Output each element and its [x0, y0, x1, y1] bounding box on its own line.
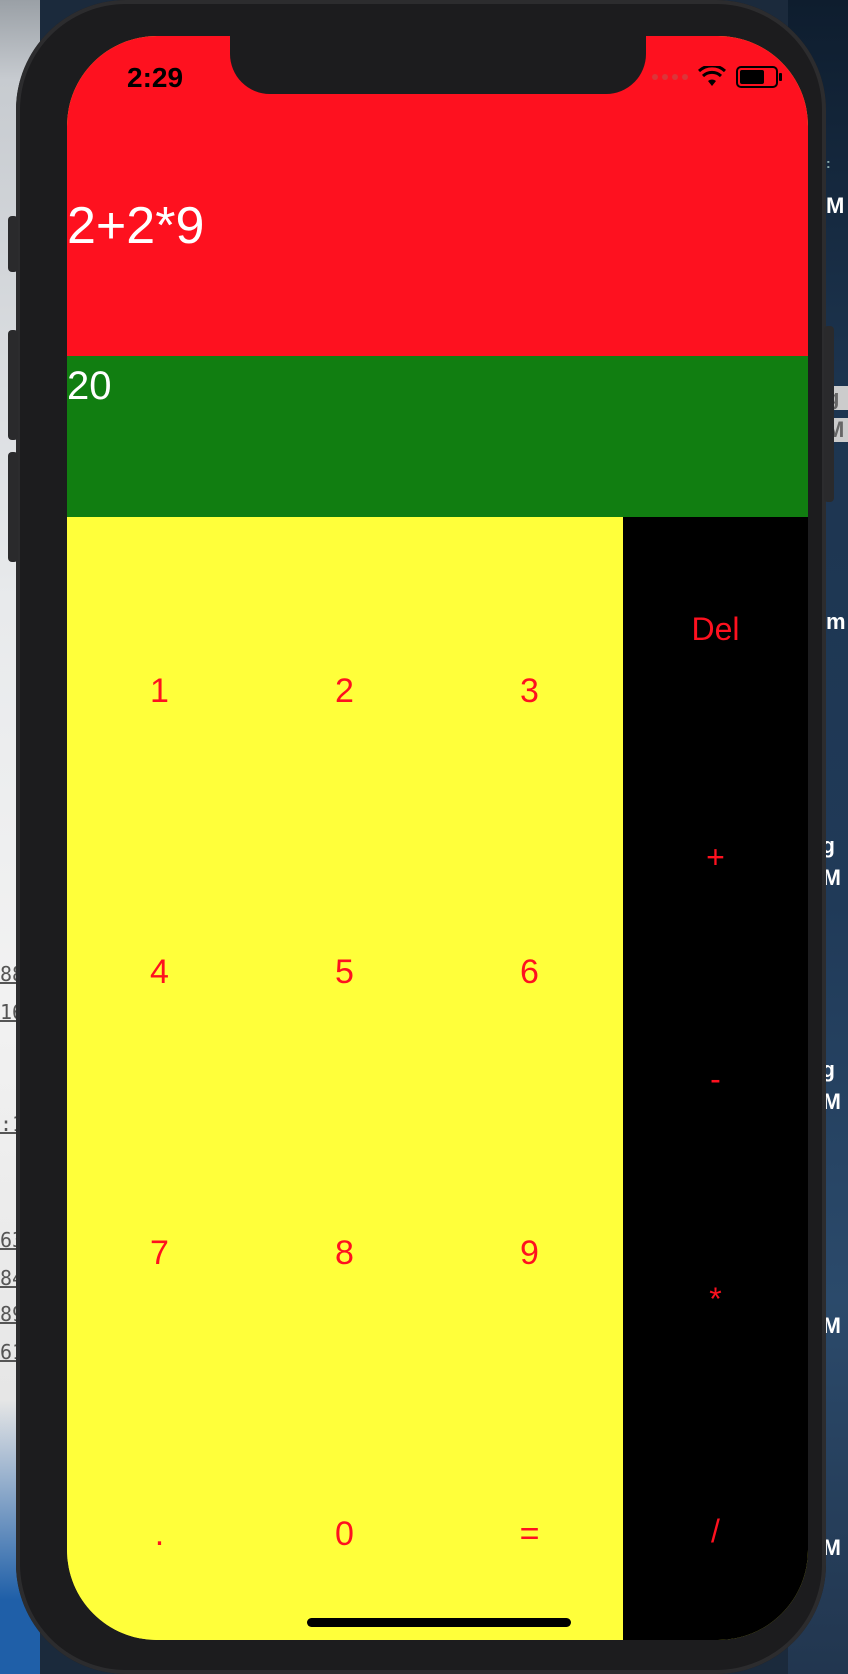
power-button	[824, 326, 834, 502]
key-decimal[interactable]: .	[67, 1515, 252, 1554]
background-text: M	[826, 194, 845, 218]
volume-down-button	[8, 452, 18, 562]
background-text: 61	[0, 1340, 16, 1364]
delete-button[interactable]: Del	[623, 611, 808, 648]
background-text: 16	[0, 1000, 16, 1024]
key-8[interactable]: 8	[252, 1234, 437, 1273]
home-indicator[interactable]	[307, 1618, 571, 1627]
key-9[interactable]: 9	[437, 1234, 622, 1273]
status-icons	[652, 66, 782, 88]
number-keypad: 1 2 3 4 5 6 7 8 9 . 0 =	[67, 517, 623, 1640]
key-7[interactable]: 7	[67, 1234, 252, 1273]
wifi-icon	[698, 66, 726, 86]
background-text: 84	[0, 1266, 16, 1290]
key-5[interactable]: 5	[252, 953, 437, 992]
mute-switch	[8, 216, 18, 272]
key-3[interactable]: 3	[437, 672, 622, 711]
volume-up-button	[8, 330, 18, 440]
battery-icon	[736, 66, 782, 88]
background-text: :	[826, 156, 831, 171]
key-2[interactable]: 2	[252, 672, 437, 711]
result-display: 20	[67, 356, 808, 517]
minus-button[interactable]: -	[623, 1061, 808, 1098]
phone-frame: 2:29 2+2*9 20 1 2 3 4 5 6 7 8 9 . 0 = De…	[8, 0, 834, 1674]
background-text: 89	[0, 1302, 16, 1326]
key-equals[interactable]: =	[437, 1515, 622, 1554]
screen: 2:29 2+2*9 20 1 2 3 4 5 6 7 8 9 . 0 = De…	[67, 36, 808, 1640]
result-text: 20	[67, 364, 112, 408]
key-4[interactable]: 4	[67, 953, 252, 992]
background-text: 63	[0, 1228, 16, 1252]
key-1[interactable]: 1	[67, 672, 252, 711]
expression-text: 2+2*9	[67, 197, 205, 255]
key-0[interactable]: 0	[252, 1515, 437, 1554]
multiply-button[interactable]: *	[623, 1281, 808, 1318]
notch	[230, 36, 646, 94]
signal-icon	[652, 74, 688, 80]
background-text: :1	[0, 1112, 16, 1136]
background-text: m	[826, 610, 846, 634]
background-text: 88	[0, 962, 16, 986]
operator-column: Del + - * /	[623, 517, 808, 1640]
key-6[interactable]: 6	[437, 953, 622, 992]
divide-button[interactable]: /	[623, 1513, 808, 1550]
plus-button[interactable]: +	[623, 839, 808, 876]
status-time: 2:29	[127, 62, 184, 93]
